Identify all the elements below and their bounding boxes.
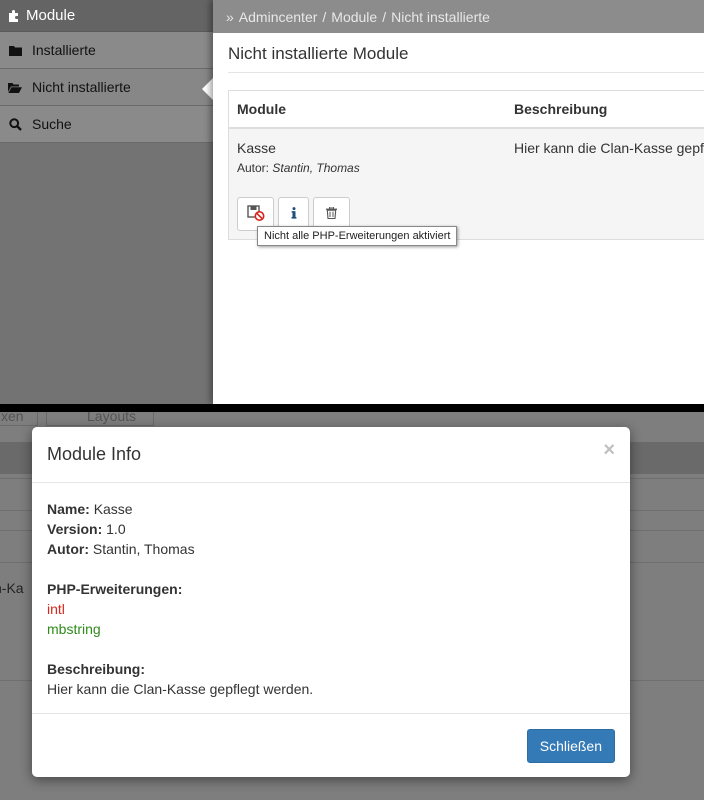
sidebar-item-label: Installierte xyxy=(32,42,96,58)
description-heading: Beschreibung: xyxy=(47,659,615,679)
breadcrumb-current: Nicht installierte xyxy=(391,8,490,25)
background-tab: xen xyxy=(0,412,38,426)
author-name: Stantin, Thomas xyxy=(272,161,360,175)
modal-backdrop: xen Layouts n-Ka Module Info × Name: Kas… xyxy=(0,412,704,800)
page-title: Nicht installierte Module xyxy=(228,44,704,73)
admin-window: Module Installierte Nicht installierte S… xyxy=(0,0,704,404)
background-tab-layouts: Layouts xyxy=(46,412,154,426)
install-tooltip: Nicht alle PHP-Erweiterungen aktiviert xyxy=(257,226,458,246)
table-header: Module Beschreibung xyxy=(229,91,704,129)
search-icon xyxy=(8,117,22,131)
breadcrumb-prefix: » xyxy=(226,8,234,25)
folder-open-icon xyxy=(8,82,22,93)
module-description: Hier kann die Clan-Kasse gepf xyxy=(514,140,704,156)
author-value: Stantin, Thomas xyxy=(92,541,195,557)
close-button[interactable]: Schließen xyxy=(526,729,615,763)
version-label: Version: xyxy=(47,521,103,537)
sidebar-item-label: Suche xyxy=(32,116,72,132)
active-item-pointer xyxy=(202,78,213,100)
modal-title: Module Info xyxy=(47,444,142,464)
name-value: Kasse xyxy=(93,501,133,517)
extensions-label: PHP-Erweiterungen: xyxy=(47,581,183,597)
name-label: Name: xyxy=(47,501,90,517)
folder-icon xyxy=(8,45,22,56)
module-author: Autor: Stantin, Thomas xyxy=(237,161,360,175)
breadcrumb-separator: / xyxy=(322,8,327,25)
modules-table: Module Beschreibung Kasse Autor: Stantin… xyxy=(228,90,704,240)
sidebar-title: Module xyxy=(26,7,76,24)
sidebar-item-label: Nicht installierte xyxy=(32,79,131,95)
close-icon[interactable]: × xyxy=(603,439,615,462)
puzzle-icon xyxy=(6,8,22,24)
description-label: Beschreibung: xyxy=(47,661,146,677)
modal-header: Module Info × xyxy=(32,427,630,483)
version-value: 1.0 xyxy=(106,521,126,537)
column-header-module: Module xyxy=(237,101,286,117)
extensions-heading: PHP-Erweiterungen: xyxy=(47,579,615,599)
breadcrumb: » Admincenter / Module / Nicht installie… xyxy=(213,0,704,33)
modal-footer: Schließen xyxy=(32,713,630,777)
background-row-text: n-Ka xyxy=(0,580,24,596)
info-version: Version: 1.0 xyxy=(47,519,615,539)
extension-missing: intl xyxy=(47,601,65,617)
modal-body: Name: Kasse Version: 1.0 Autor: Stantin,… xyxy=(32,483,630,699)
author-prefix: Autor: xyxy=(237,161,270,175)
info-icon xyxy=(291,206,297,222)
module-name: Kasse xyxy=(237,140,276,156)
description-value: Hier kann die Clan-Kasse gepflegt werden… xyxy=(47,681,314,697)
info-author: Autor: Stantin, Thomas xyxy=(47,539,615,559)
breadcrumb-module[interactable]: Module xyxy=(331,9,377,25)
sidebar-item-suche[interactable]: Suche xyxy=(0,106,213,143)
sidebar: Module Installierte Nicht installierte S… xyxy=(0,0,213,404)
sidebar-item-installierte[interactable]: Installierte xyxy=(0,32,213,69)
sidebar-item-nicht-installierte[interactable]: Nicht installierte xyxy=(0,69,213,106)
table-row: Kasse Autor: Stantin, Thomas Hier kann d… xyxy=(229,129,704,239)
screenshot-divider xyxy=(0,404,704,412)
column-header-beschreibung: Beschreibung xyxy=(514,101,608,117)
module-info-modal: Module Info × Name: Kasse Version: 1.0 A… xyxy=(32,427,630,777)
trash-icon xyxy=(326,206,337,222)
sidebar-header: Module xyxy=(0,0,213,32)
main-content: » Admincenter / Module / Nicht installie… xyxy=(213,0,704,404)
breadcrumb-separator: / xyxy=(382,8,387,25)
install-disabled-icon xyxy=(246,204,265,224)
author-label: Autor: xyxy=(47,541,89,557)
info-name: Name: Kasse xyxy=(47,499,615,519)
extension-ok: mbstring xyxy=(47,621,101,637)
breadcrumb-admincenter[interactable]: Admincenter xyxy=(239,9,318,25)
